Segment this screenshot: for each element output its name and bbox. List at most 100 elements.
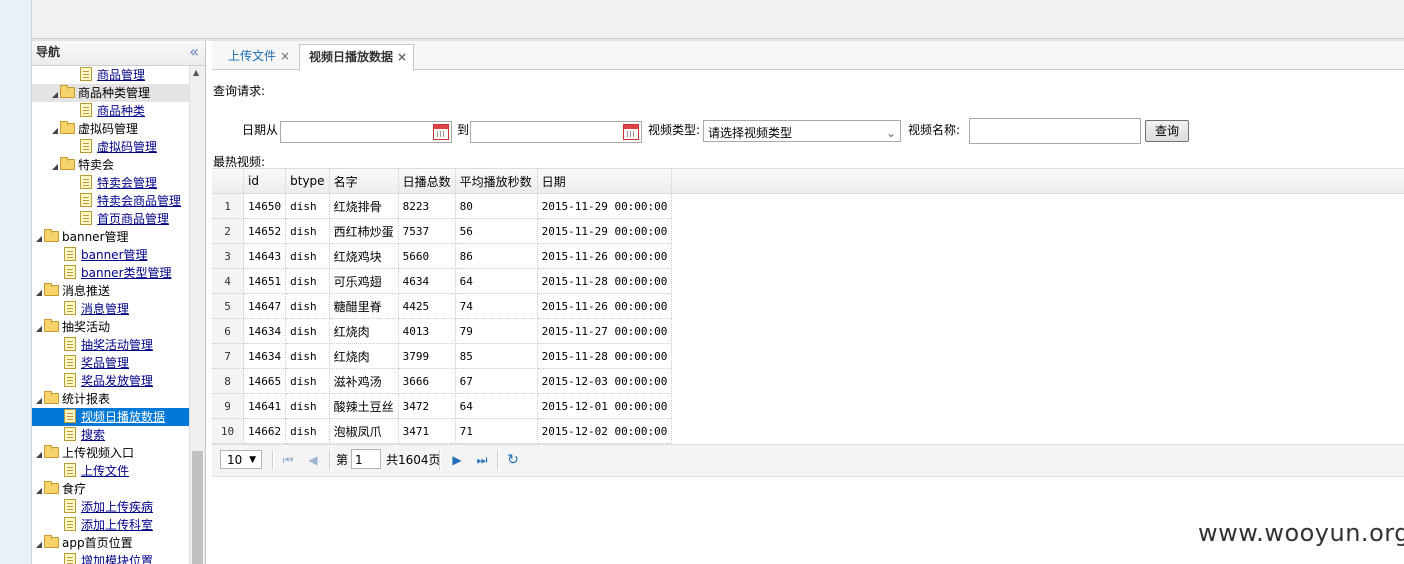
nav-item-link[interactable]: 消息管理: [81, 302, 129, 316]
nav-item[interactable]: 消息管理: [32, 300, 189, 318]
table-row[interactable]: 3 14643 dish 红烧鸡块 5660 86 2015-11-26 00:00:00: [212, 243, 673, 269]
column-header-btype[interactable]: btype: [285, 169, 330, 194]
nav-folder[interactable]: ◢ 虚拟码管理: [32, 120, 189, 138]
next-page-icon[interactable]: ▶: [450, 452, 464, 468]
nav-folder[interactable]: ◢ 抽奖活动: [32, 318, 189, 336]
table-row[interactable]: 1 14650 dish 红烧排骨 8223 80 2015-11-29 00:00:00: [212, 193, 673, 219]
row-number-cell: 1: [212, 193, 244, 219]
document-icon: [64, 301, 76, 315]
nav-item[interactable]: 商品种类: [32, 102, 189, 120]
table-row[interactable]: 5 14647 dish 糖醋里脊 4425 74 2015-11-26 00:00:00: [212, 293, 673, 319]
table-cell: 2015-11-29 00:00:00: [537, 193, 673, 219]
column-header-name[interactable]: 名字: [329, 169, 399, 194]
nav-item[interactable]: 视频日播放数据: [32, 408, 189, 426]
row-number-cell: 8: [212, 368, 244, 394]
table-row[interactable]: 6 14634 dish 红烧肉 4013 79 2015-11-27 00:00:00: [212, 318, 673, 344]
column-header-date[interactable]: 日期: [537, 169, 673, 194]
top-header-bar: [32, 0, 1404, 39]
tab-upload-file[interactable]: 上传文件 ×: [214, 44, 296, 69]
nav-item[interactable]: 增加模块位置: [32, 552, 189, 564]
nav-scrollbar[interactable]: ▲: [189, 66, 205, 564]
nav-item[interactable]: 抽奖活动管理: [32, 336, 189, 354]
table-cell: 14651: [243, 268, 287, 294]
nav-item-link[interactable]: 视频日播放数据: [81, 410, 165, 424]
nav-item-link[interactable]: 上传文件: [81, 464, 129, 478]
nav-item-link[interactable]: banner类型管理: [81, 266, 172, 280]
column-header-avg-seconds[interactable]: 平均播放秒数: [455, 169, 538, 194]
close-icon[interactable]: ×: [280, 49, 290, 63]
nav-folder[interactable]: ◢ 商品种类管理: [32, 84, 189, 102]
date-to-input[interactable]: [470, 121, 642, 143]
nav-item[interactable]: banner类型管理: [32, 264, 189, 282]
nav-item-link[interactable]: 虚拟码管理: [97, 140, 157, 154]
nav-folder-label: banner管理: [62, 230, 129, 244]
nav-item-link[interactable]: 搜索: [81, 428, 105, 442]
nav-item-link[interactable]: 商品种类: [97, 104, 145, 118]
search-button[interactable]: 查询: [1145, 120, 1189, 142]
nav-item[interactable]: 商品管理: [32, 66, 189, 84]
main-content: 查询请求: 日期从 到 视频类型: 请选择视频类型 ⌄ 视频名称: 查询 最热视…: [212, 70, 1404, 564]
nav-item[interactable]: 虚拟码管理: [32, 138, 189, 156]
nav-item[interactable]: 特卖会商品管理: [32, 192, 189, 210]
video-type-select[interactable]: 请选择视频类型 ⌄: [703, 120, 901, 142]
table-cell: 71: [455, 418, 538, 444]
scrollbar-thumb[interactable]: [192, 451, 203, 564]
table-row[interactable]: 10 14662 dish 泡椒凤爪 3471 71 2015-12-02 00:00:00: [212, 418, 673, 444]
nav-folder[interactable]: ◢ 上传视频入口: [32, 444, 189, 462]
close-icon[interactable]: ×: [397, 50, 407, 64]
nav-item-link[interactable]: 添加上传科室: [81, 518, 153, 532]
nav-folder[interactable]: ◢ app首页位置: [32, 534, 189, 552]
calendar-icon[interactable]: [433, 124, 449, 140]
chevron-down-icon: ⌄: [885, 126, 896, 140]
nav-item[interactable]: 添加上传疾病: [32, 498, 189, 516]
collapse-left-icon[interactable]: «: [189, 41, 199, 63]
document-icon: [64, 355, 76, 369]
table-header-row: id btype 名字 日播总数 平均播放秒数 日期: [212, 169, 673, 194]
video-name-input[interactable]: [969, 118, 1141, 144]
nav-item-link[interactable]: 增加模块位置: [81, 554, 153, 564]
table-row[interactable]: 8 14665 dish 滋补鸡汤 3666 67 2015-12-03 00:00:00: [212, 368, 673, 394]
nav-item[interactable]: 上传文件: [32, 462, 189, 480]
nav-item-link[interactable]: 抽奖活动管理: [81, 338, 153, 352]
previous-page-icon[interactable]: ◀: [306, 452, 320, 468]
nav-folder[interactable]: ◢ 食疗: [32, 480, 189, 498]
refresh-icon[interactable]: ↻: [506, 452, 520, 468]
tab-video-daily-play-data[interactable]: 视频日播放数据 ×: [299, 44, 415, 71]
calendar-icon[interactable]: [623, 124, 639, 140]
page-size-select[interactable]: 10 ▼: [220, 450, 262, 469]
table-cell: 红烧排骨: [329, 193, 399, 219]
table-row[interactable]: 9 14641 dish 酸辣土豆丝 3472 64 2015-12-01 00:00:00: [212, 393, 673, 419]
scroll-up-arrow-icon[interactable]: ▲: [193, 68, 199, 77]
nav-item-link[interactable]: 添加上传疾病: [81, 500, 153, 514]
nav-item[interactable]: banner管理: [32, 246, 189, 264]
nav-item[interactable]: 特卖会管理: [32, 174, 189, 192]
nav-item[interactable]: 搜索: [32, 426, 189, 444]
column-header-id[interactable]: id: [243, 169, 287, 194]
first-page-icon[interactable]: ⏮: [281, 452, 295, 468]
nav-item[interactable]: 首页商品管理: [32, 210, 189, 228]
nav-item-link[interactable]: 奖品发放管理: [81, 374, 153, 388]
table-cell: 86: [455, 243, 538, 269]
document-icon: [64, 463, 76, 477]
table-row[interactable]: 2 14652 dish 西红柿炒蛋 7537 56 2015-11-29 00:00:00: [212, 218, 673, 244]
nav-item-link[interactable]: 首页商品管理: [97, 212, 169, 226]
nav-item-link[interactable]: 特卖会管理: [97, 176, 157, 190]
nav-item-link[interactable]: 商品管理: [97, 68, 145, 82]
table-row[interactable]: 7 14634 dish 红烧肉 3799 85 2015-11-28 00:00:00: [212, 343, 673, 369]
nav-item[interactable]: 奖品发放管理: [32, 372, 189, 390]
last-page-icon[interactable]: ⏭: [475, 452, 489, 468]
nav-item-link[interactable]: banner管理: [81, 248, 148, 262]
nav-folder[interactable]: ◢ 消息推送: [32, 282, 189, 300]
nav-item[interactable]: 添加上传科室: [32, 516, 189, 534]
nav-folder[interactable]: ◢ 特卖会: [32, 156, 189, 174]
page-number-input[interactable]: 1: [351, 449, 381, 469]
column-header-daily-total[interactable]: 日播总数: [398, 169, 456, 194]
nav-item-link[interactable]: 特卖会商品管理: [97, 194, 181, 208]
nav-folder[interactable]: ◢ banner管理: [32, 228, 189, 246]
date-from-input[interactable]: [280, 121, 452, 143]
nav-folder[interactable]: ◢ 统计报表: [32, 390, 189, 408]
table-row[interactable]: 4 14651 dish 可乐鸡翅 4634 64 2015-11-28 00:00:00: [212, 268, 673, 294]
nav-item-link[interactable]: 奖品管理: [81, 356, 129, 370]
nav-item[interactable]: 奖品管理: [32, 354, 189, 372]
nav-title: 导航: [36, 45, 61, 59]
